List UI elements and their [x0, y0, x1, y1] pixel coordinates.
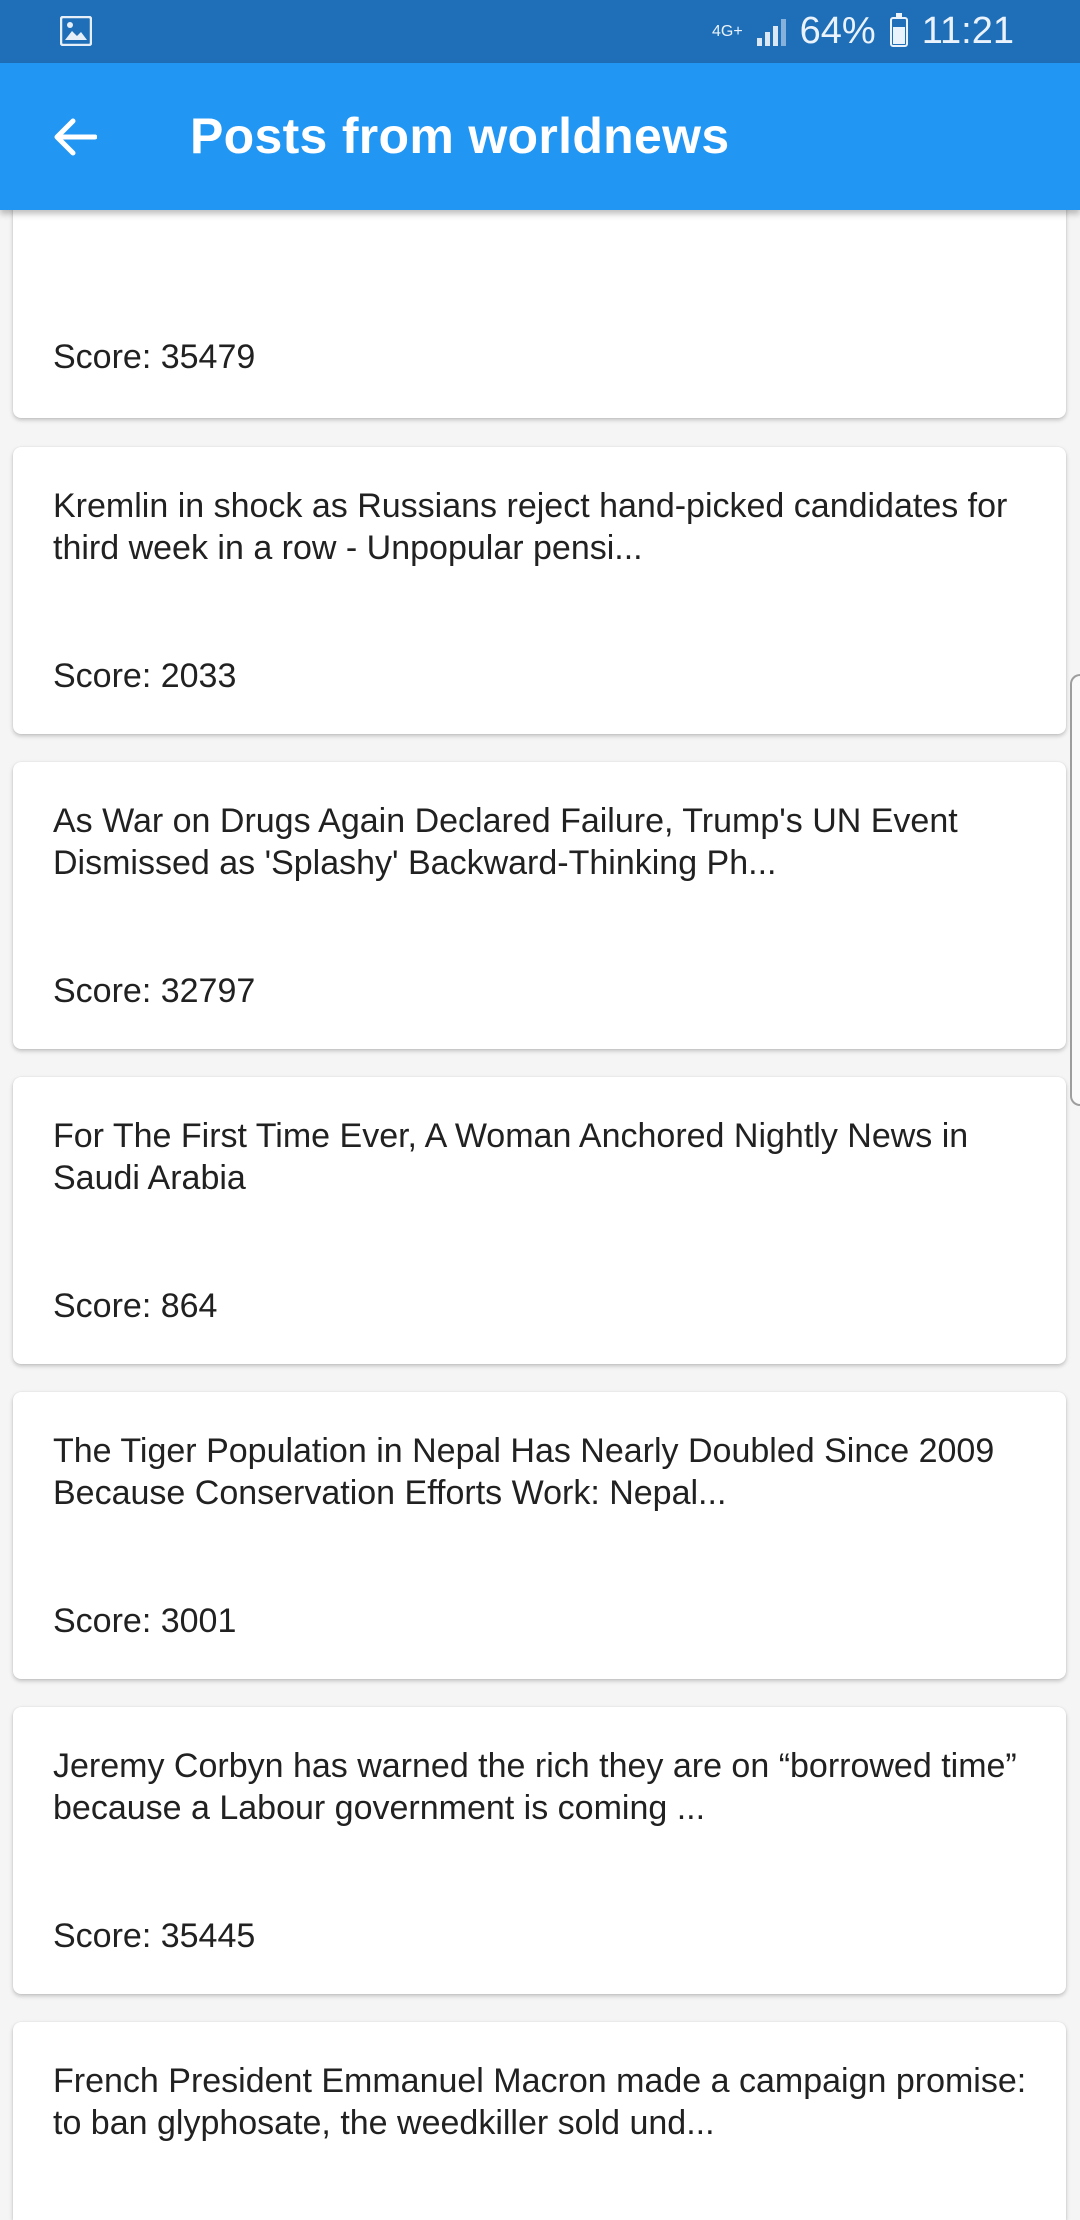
post-score: Score: 32797 [53, 972, 256, 1010]
post-card[interactable]: As War on Drugs Again Declared Failure, … [13, 762, 1066, 1049]
post-score: Score: 2033 [53, 657, 237, 695]
status-bar: 4G+ 64% 11:21 [0, 0, 1080, 63]
battery-percent: 64% [799, 10, 876, 52]
back-button[interactable] [40, 103, 108, 171]
post-title: Jeremy Corbyn has warned the rich they a… [53, 1747, 1017, 1827]
post-title: As War on Drugs Again Declared Failure, … [53, 802, 958, 882]
post-title: French President Emmanuel Macron made a … [53, 2062, 1027, 2142]
post-card[interactable]: For The First Time Ever, A Woman Anchore… [13, 1077, 1066, 1364]
post-card[interactable]: Jeremy Corbyn has warned the rich they a… [13, 1707, 1066, 1994]
post-score: Score: 35479 [53, 338, 256, 376]
arrow-left-icon [54, 118, 97, 156]
page-title: Posts from worldnews [190, 108, 730, 164]
post-title: Kremlin in shock as Russians reject hand… [53, 487, 1008, 567]
signal-icon [756, 18, 786, 46]
post-card[interactable]: French President Emmanuel Macron made a … [13, 2022, 1066, 2220]
network-type: 4G+ [711, 22, 743, 40]
post-title: For The First Time Ever, A Woman Anchore… [53, 1117, 969, 1197]
post-score: Score: 35445 [53, 1917, 256, 1955]
scrollbar-thumb[interactable] [1070, 674, 1080, 1106]
post-score: Score: 3001 [53, 1602, 237, 1640]
clock: 11:21 [921, 10, 1014, 52]
post-card[interactable]: Kremlin in shock as Russians reject hand… [13, 447, 1066, 734]
post-title: The Tiger Population in Nepal Has Nearly… [53, 1432, 995, 1512]
app-bar: Posts from worldnews [0, 63, 1080, 210]
post-score: Score: 864 [53, 1287, 218, 1325]
image-icon [59, 15, 93, 51]
post-card[interactable]: The Tiger Population in Nepal Has Nearly… [13, 1392, 1066, 1679]
battery-icon [889, 12, 908, 47]
